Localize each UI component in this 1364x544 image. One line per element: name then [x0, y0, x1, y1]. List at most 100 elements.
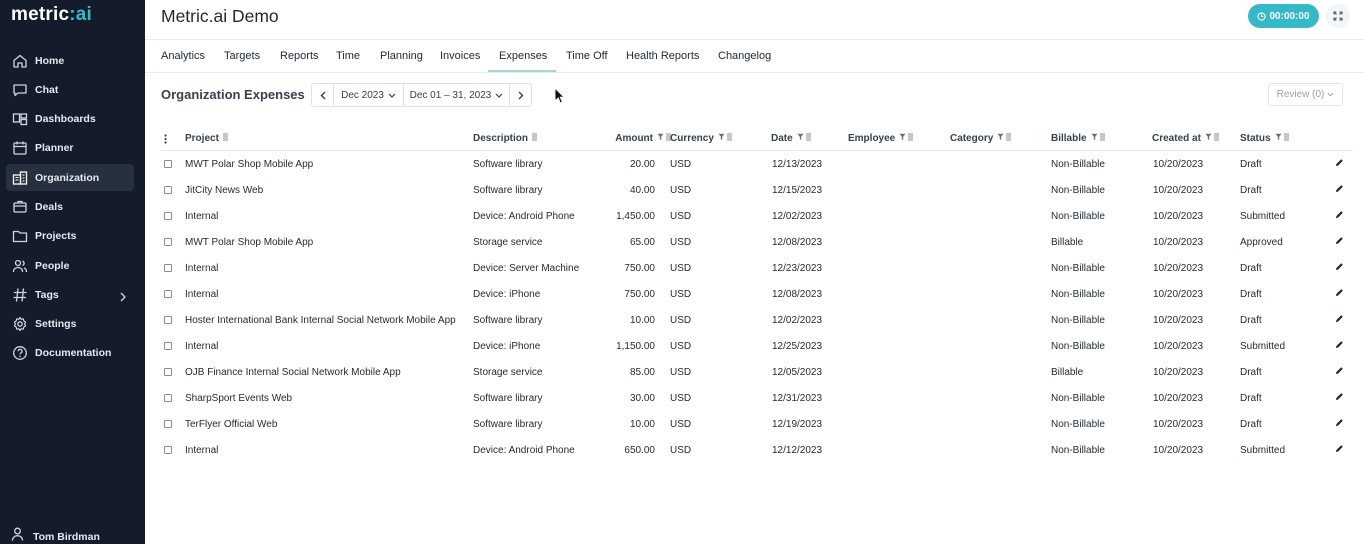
tab-reports[interactable]: Reports — [280, 40, 319, 72]
column-header-status[interactable]: Status — [1240, 126, 1289, 151]
row-checkbox[interactable] — [164, 368, 172, 376]
row-checkbox[interactable] — [164, 186, 172, 194]
filter-icon[interactable] — [657, 133, 664, 144]
user-profile[interactable]: Tom Birdman — [11, 527, 100, 544]
table-row[interactable]: Internal Device: Android Phone 1,450.00 USD… — [161, 203, 1353, 229]
edit-button[interactable] — [1335, 385, 1344, 411]
metric-ai-logo[interactable]: metric:ai — [11, 4, 92, 26]
sort-icon[interactable] — [805, 133, 811, 144]
edit-button[interactable] — [1335, 255, 1344, 281]
timer-button[interactable]: 00:00:00 — [1248, 4, 1319, 28]
column-header-description[interactable]: Description — [473, 126, 538, 151]
filter-icon[interactable] — [899, 133, 906, 144]
sort-icon[interactable] — [1099, 133, 1105, 144]
date-range-dropdown[interactable]: Dec 01 – 31, 2023 — [404, 84, 510, 106]
filter-icon[interactable] — [797, 133, 804, 144]
fullscreen-button[interactable] — [1326, 4, 1350, 28]
sidebar-item-label: Deals — [35, 200, 64, 213]
column-header-currency[interactable]: Currency — [670, 126, 732, 151]
row-checkbox-cell — [164, 385, 172, 411]
column-header-amount[interactable]: Amount — [573, 126, 671, 151]
row-checkbox[interactable] — [164, 394, 172, 402]
table-row[interactable]: Hoster International Bank Internal Socia… — [161, 307, 1353, 333]
sidebar-item-chat[interactable]: Chat — [6, 76, 134, 103]
column-options-button[interactable] — [164, 126, 174, 151]
sidebar-item-settings[interactable]: Settings — [6, 311, 134, 338]
row-checkbox[interactable] — [164, 238, 172, 246]
table-row[interactable]: MWT Polar Shop Mobile App Software librar… — [161, 151, 1353, 177]
sidebar-item-dashboards[interactable]: Dashboards — [6, 106, 134, 133]
row-checkbox[interactable] — [164, 420, 172, 428]
sidebar-item-planner[interactable]: Planner — [6, 135, 134, 162]
sidebar-item-documentation[interactable]: Documentation — [6, 340, 134, 367]
row-checkbox[interactable] — [164, 160, 172, 168]
next-period-button[interactable] — [510, 84, 531, 106]
edit-button[interactable] — [1335, 333, 1344, 359]
table-row[interactable]: Internal Device: iPhone 1,150.00 USD 12/25/2… — [161, 333, 1353, 359]
filter-icon[interactable] — [1205, 133, 1212, 144]
filter-icon[interactable] — [718, 133, 725, 144]
sidebar-item-deals[interactable]: Deals — [6, 193, 134, 220]
month-dropdown[interactable]: Dec 2023 — [334, 84, 404, 106]
edit-button[interactable] — [1335, 177, 1344, 203]
column-header-employee[interactable]: Employee — [848, 126, 914, 151]
edit-button[interactable] — [1335, 411, 1344, 437]
tab-changelog[interactable]: Changelog — [718, 40, 771, 72]
edit-button[interactable] — [1335, 151, 1344, 177]
row-checkbox[interactable] — [164, 446, 172, 454]
sidebar-item-home[interactable]: Home — [6, 47, 134, 74]
table-row[interactable]: Internal Device: iPhone 750.00 USD 12/08/202… — [161, 281, 1353, 307]
edit-button[interactable] — [1335, 437, 1344, 463]
review-button[interactable]: Review (0) — [1268, 83, 1343, 106]
tab-time-off[interactable]: Time Off — [566, 40, 608, 72]
cell-status: Draft — [1240, 158, 1262, 170]
filter-icon[interactable] — [1091, 133, 1098, 144]
filter-icon[interactable] — [997, 133, 1004, 144]
row-checkbox-cell — [164, 203, 172, 229]
row-checkbox[interactable] — [164, 290, 172, 298]
tab-targets[interactable]: Targets — [224, 40, 260, 72]
row-checkbox[interactable] — [164, 264, 172, 272]
edit-button[interactable] — [1335, 203, 1344, 229]
sidebar-item-tags[interactable]: Tags — [6, 281, 134, 308]
sidebar-item-organization[interactable]: Organization — [6, 164, 134, 192]
table-row[interactable]: Internal Device: Android Phone 650.00 USD 12… — [161, 437, 1353, 463]
tab-planning[interactable]: Planning — [380, 40, 423, 72]
edit-button[interactable] — [1335, 307, 1344, 333]
table-row[interactable]: MWT Polar Shop Mobile App Storage service… — [161, 229, 1353, 255]
sort-icon[interactable] — [222, 133, 228, 144]
edit-button[interactable] — [1335, 359, 1344, 385]
sidebar-item-people[interactable]: People — [6, 252, 134, 279]
tab-time[interactable]: Time — [336, 40, 360, 72]
edit-button[interactable] — [1335, 281, 1344, 307]
cell-date: 12/05/2023 — [772, 366, 823, 378]
column-header-created[interactable]: Created at — [1152, 126, 1219, 151]
table-row[interactable]: TerFlyer Official Web Software library 10.… — [161, 411, 1353, 437]
table-row[interactable]: OJB Finance Internal Social Network Mobi… — [161, 359, 1353, 385]
sort-icon[interactable] — [1283, 133, 1289, 144]
tab-health-reports[interactable]: Health Reports — [626, 40, 699, 72]
column-header-category[interactable]: Category — [950, 126, 1012, 151]
sort-icon[interactable] — [1213, 133, 1219, 144]
table-row[interactable]: SharpSport Events Web Software library 30.… — [161, 385, 1353, 411]
pencil-icon — [1335, 392, 1344, 404]
table-row[interactable]: JitCity News Web Software library 40.00 USD… — [161, 177, 1353, 203]
tab-analytics[interactable]: Analytics — [161, 40, 205, 72]
column-header-billable[interactable]: Billable — [1051, 126, 1105, 151]
previous-period-button[interactable] — [312, 84, 334, 106]
sort-icon[interactable] — [1006, 133, 1012, 144]
sort-icon[interactable] — [726, 133, 732, 144]
column-header-date[interactable]: Date — [771, 126, 811, 151]
row-checkbox[interactable] — [164, 316, 172, 324]
filter-icon[interactable] — [1275, 133, 1282, 144]
tab-invoices[interactable]: Invoices — [440, 40, 480, 72]
edit-button[interactable] — [1335, 229, 1344, 255]
row-checkbox[interactable] — [164, 342, 172, 350]
column-header-project[interactable]: Project — [185, 126, 228, 151]
tab-expenses[interactable]: Expenses — [499, 40, 547, 72]
sort-icon[interactable] — [532, 133, 538, 144]
row-checkbox[interactable] — [164, 212, 172, 220]
sort-icon[interactable] — [908, 133, 914, 144]
table-row[interactable]: Internal Device: Server Machine 750.00 USD 1… — [161, 255, 1353, 281]
sidebar-item-projects[interactable]: Projects — [6, 223, 134, 250]
